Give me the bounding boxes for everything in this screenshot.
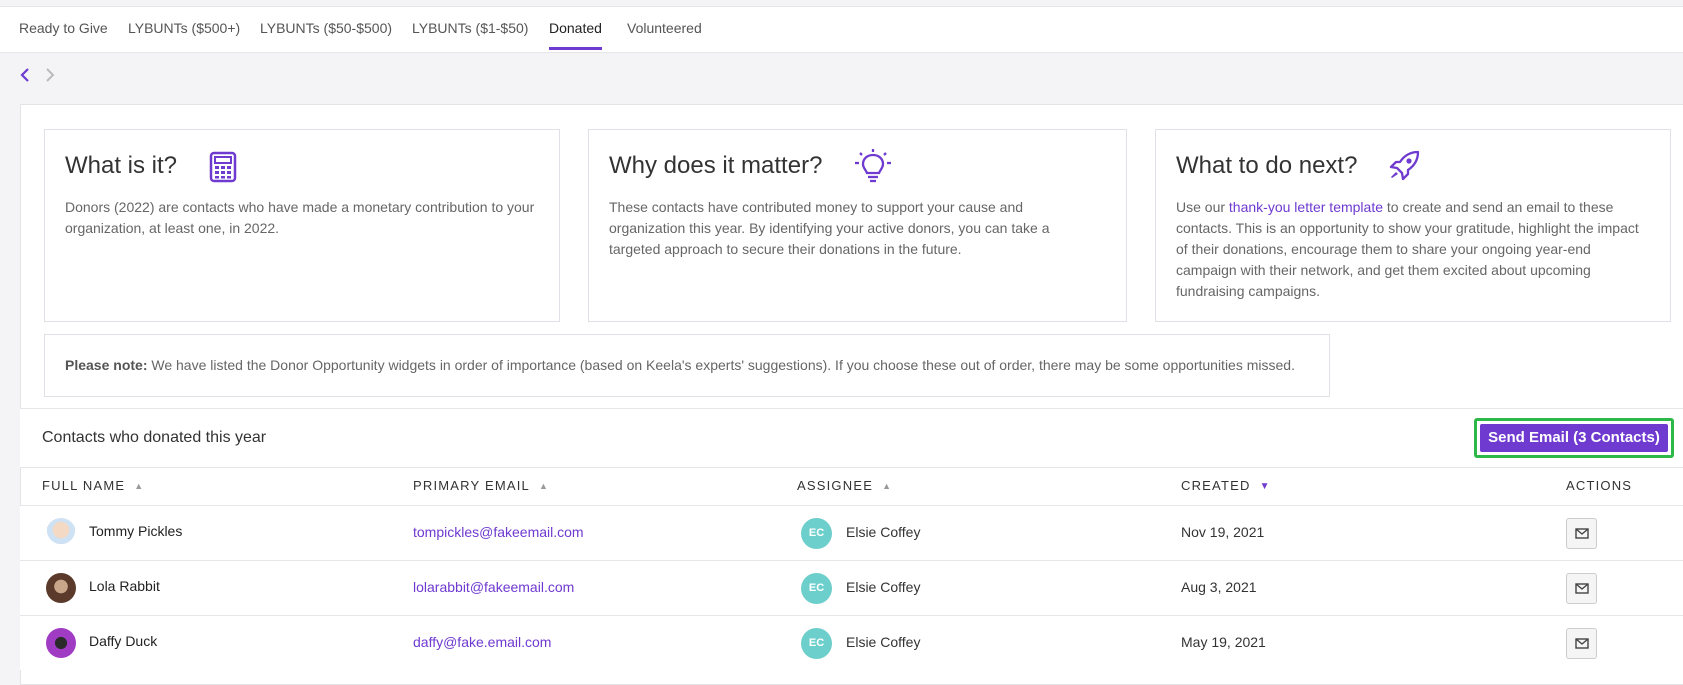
- please-note-box: Please note: We have listed the Donor Op…: [44, 334, 1330, 397]
- send-email-action-button[interactable]: [1566, 573, 1597, 604]
- tab-lybunts-500[interactable]: LYBUNTs ($500+): [128, 20, 240, 47]
- assignee-name: Elsie Coffey: [846, 524, 921, 540]
- column-header-primary-email[interactable]: PRIMARY EMAIL ▲: [413, 478, 549, 493]
- created-date: May 19, 2021: [1181, 634, 1266, 650]
- sort-descending-icon: ▼: [1259, 481, 1271, 492]
- calculator-icon: [209, 151, 237, 188]
- what-to-do-next-card: What to do next? Use our thank-you lette…: [1155, 129, 1671, 322]
- tab-lybunts-50-500[interactable]: LYBUNTs ($50-$500): [260, 20, 392, 47]
- card-title: Why does it matter?: [609, 152, 823, 179]
- note-label: Please note:: [65, 357, 148, 373]
- tab-lybunts-1-50[interactable]: LYBUNTs ($1-$50): [412, 20, 528, 47]
- envelope-icon: [1575, 583, 1589, 594]
- sort-icon: ▲: [882, 481, 893, 491]
- widget-pager: [20, 66, 65, 87]
- column-header-full-name[interactable]: FULL NAME ▲: [42, 478, 144, 493]
- sort-icon: ▲: [539, 481, 550, 491]
- rocket-icon: [1388, 150, 1420, 187]
- sort-icon: ▲: [134, 481, 145, 491]
- created-date: Nov 19, 2021: [1181, 524, 1265, 540]
- assignee-name: Elsie Coffey: [846, 579, 921, 595]
- assignee-avatar: EC: [801, 518, 832, 549]
- table-row: Daffy Duck daffy@fake.email.com EC Elsie…: [20, 615, 1683, 670]
- send-email-label: Send Email (3 Contacts): [1480, 424, 1668, 452]
- contacts-section-header: Contacts who donated this year: [20, 408, 1683, 468]
- what-is-it-card: What is it? Donors (2022) are contacts w…: [44, 129, 560, 322]
- send-email-action-button[interactable]: [1566, 628, 1597, 659]
- tab-volunteered[interactable]: Volunteered: [627, 20, 702, 47]
- assignee-name: Elsie Coffey: [846, 634, 921, 650]
- lightbulb-icon: [854, 149, 892, 188]
- tab-ready-to-give[interactable]: Ready to Give: [19, 20, 108, 47]
- avatar: [46, 518, 76, 548]
- table-row: Lola Rabbit lolarabbit@fakeemail.com EC …: [20, 560, 1683, 615]
- tab-bar: Ready to Give LYBUNTs ($500+) LYBUNTs ($…: [0, 6, 1683, 53]
- contact-email[interactable]: tompickles@fakeemail.com: [413, 524, 584, 540]
- card-title: What to do next?: [1176, 152, 1358, 179]
- section-title: Contacts who donated this year: [42, 429, 267, 446]
- envelope-icon: [1575, 638, 1589, 649]
- send-email-action-button[interactable]: [1566, 518, 1597, 549]
- contact-name[interactable]: Daffy Duck: [89, 633, 157, 649]
- why-does-it-matter-card: Why does it matter? These contacts have …: [588, 129, 1127, 322]
- envelope-icon: [1575, 528, 1589, 539]
- contact-email[interactable]: lolarabbit@fakeemail.com: [413, 579, 574, 595]
- chevron-left-icon[interactable]: [20, 66, 40, 87]
- contact-name[interactable]: Tommy Pickles: [89, 523, 182, 539]
- avatar: [46, 573, 76, 603]
- card-body: Donors (2022) are contacts who have made…: [65, 199, 535, 236]
- card-body: These contacts have contributed money to…: [609, 199, 1050, 257]
- column-header-actions: ACTIONS: [1566, 478, 1633, 493]
- send-email-button[interactable]: Send Email (3 Contacts): [1474, 418, 1674, 458]
- assignee-avatar: EC: [801, 573, 832, 604]
- card-body: Use our thank-you letter template to cre…: [1176, 199, 1639, 299]
- card-title: What is it?: [65, 152, 178, 179]
- contact-name[interactable]: Lola Rabbit: [89, 578, 160, 594]
- contact-email[interactable]: daffy@fake.email.com: [413, 634, 551, 650]
- avatar: [46, 628, 76, 658]
- note-text: Please note: We have listed the Donor Op…: [65, 357, 1295, 373]
- column-header-assignee[interactable]: ASSIGNEE ▲: [797, 478, 892, 493]
- assignee-avatar: EC: [801, 628, 832, 659]
- created-date: Aug 3, 2021: [1181, 579, 1257, 595]
- column-header-created[interactable]: CREATED ▼: [1181, 478, 1271, 493]
- table-row: Tommy Pickles tompickles@fakeemail.com E…: [20, 505, 1683, 560]
- thank-you-letter-template-link[interactable]: thank-you letter template: [1229, 199, 1383, 215]
- chevron-right-icon[interactable]: [45, 66, 65, 87]
- tab-donated[interactable]: Donated: [549, 20, 602, 50]
